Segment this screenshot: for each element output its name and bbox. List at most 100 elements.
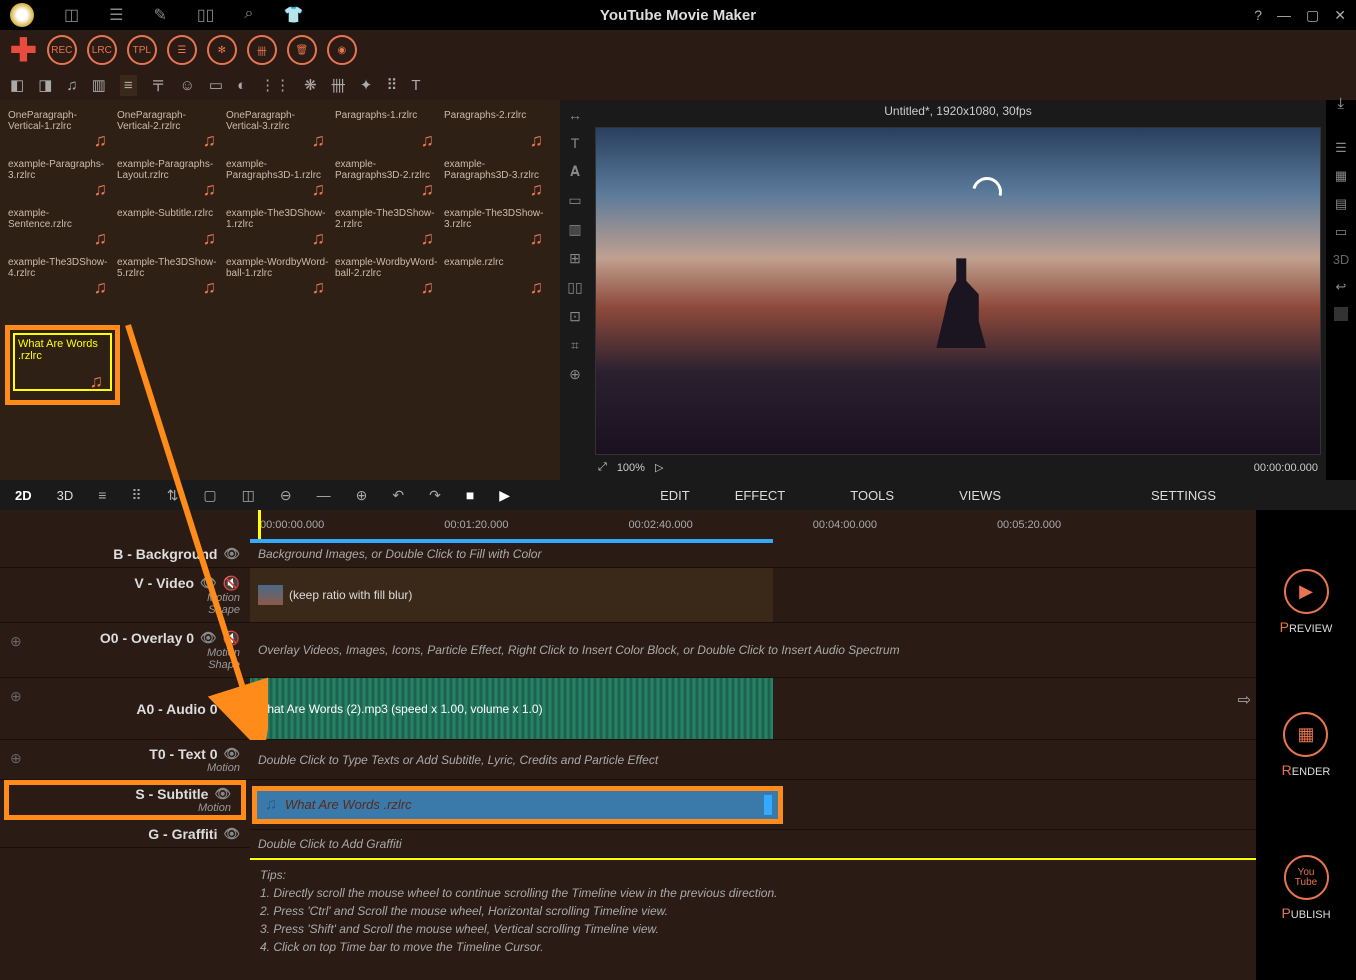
video-track-content[interactable]: (keep ratio with fill blur)	[250, 568, 1256, 623]
asset-item[interactable]: example-The3DShow-2.rzlrc♫	[335, 206, 440, 251]
tab-edit[interactable]: EDIT	[660, 488, 690, 503]
line-icon[interactable]: —	[317, 487, 331, 503]
visibility-icon[interactable]: 👁	[223, 746, 240, 762]
subtitle-track-content[interactable]: What Are Words .rzlrc	[250, 780, 1256, 830]
list-circle-icon[interactable]: ☰	[167, 35, 197, 65]
record-button[interactable]: REC	[47, 35, 77, 65]
visibility-icon[interactable]: 👁	[200, 575, 217, 591]
bookmark-icon[interactable]: ◫	[64, 5, 79, 25]
return-icon[interactable]: ↩	[1336, 279, 1347, 295]
asset-item[interactable]: example-Paragraphs-Layout.rzlrc♫	[117, 157, 222, 202]
asset-item[interactable]: Paragraphs-1.rzlrc♫	[335, 108, 440, 153]
play-button[interactable]: ▷	[655, 461, 663, 474]
crop-icon[interactable]: ◧	[10, 76, 24, 94]
chart-icon[interactable]: ▯▯	[567, 279, 582, 296]
minimize-icon[interactable]: —	[1277, 7, 1291, 24]
preview-button[interactable]: ▶ PREVIEW	[1280, 569, 1333, 635]
asset-item[interactable]: example-Sentence.rzlrc♫	[8, 206, 113, 251]
asset-item[interactable]: example-Paragraphs-3.rzlrc♫	[8, 157, 113, 202]
background-track-content[interactable]: Background Images, or Double Click to Fi…	[250, 540, 1256, 568]
download-icon[interactable]: ⤓	[1337, 95, 1344, 112]
panel-icon[interactable]: ▯▯	[197, 5, 215, 25]
zoom-in-icon[interactable]: ⊕	[356, 487, 368, 504]
add-track-icon[interactable]: ⊕	[10, 633, 22, 650]
track-text[interactable]: ⊕ T0 - Text 0 👁 Motion	[0, 740, 250, 780]
snowflake-icon[interactable]: ❋	[304, 76, 317, 94]
battery-icon[interactable]: ▭	[209, 76, 223, 94]
visibility-icon[interactable]: 👁	[214, 786, 231, 802]
ruler-icon[interactable]: ⊞	[569, 250, 581, 267]
add-track-icon[interactable]: ⊕	[10, 750, 22, 767]
search-icon[interactable]: ⌕	[244, 5, 253, 25]
layers-icon[interactable]: ▥	[568, 221, 581, 238]
timeline-tracks[interactable]: 00:00:00.000 00:01:20.000 00:02:40.000 0…	[250, 510, 1256, 980]
crop2-icon[interactable]: ◫	[242, 487, 255, 504]
add-button[interactable]: ✚	[10, 31, 37, 69]
frames-icon[interactable]: ▥	[92, 76, 106, 94]
swap-icon[interactable]: ⇅	[167, 487, 179, 504]
equalizer-icon[interactable]: 卌	[331, 75, 346, 96]
publish-button[interactable]: YouTube PUBLISH	[1281, 855, 1330, 921]
visibility-icon[interactable]: 👁	[223, 546, 240, 562]
timeline-ruler[interactable]: 00:00:00.000 00:01:20.000 00:02:40.000 0…	[250, 510, 1256, 540]
font-tool-icon[interactable]: 𝐀	[570, 163, 580, 180]
stack-icon[interactable]: ▤	[1335, 196, 1347, 212]
asset-item[interactable]: OneParagraph-Vertical-3.rzlrc♫	[226, 108, 331, 153]
rect-tool-icon[interactable]: ▭	[568, 192, 581, 209]
asset-item[interactable]: OneParagraph-Vertical-1.rzlrc♫	[8, 108, 113, 153]
tab-2d[interactable]: 2D	[15, 488, 32, 503]
fit-icon[interactable]: ▢	[203, 487, 216, 504]
expand-icon[interactable]: ⤢	[598, 461, 607, 474]
track-audio[interactable]: ⊕ A0 - Audio 0 👁	[0, 678, 250, 740]
text-track-content[interactable]: Double Click to Type Texts or Add Subtit…	[250, 740, 1256, 780]
contrast-icon[interactable]: ◐	[237, 77, 246, 94]
tab-views[interactable]: VIEWS	[959, 488, 1001, 503]
align-center-icon[interactable]: ☰	[1335, 140, 1347, 156]
delete-icon[interactable]: 🗑	[287, 35, 317, 65]
preview-viewport[interactable]	[595, 127, 1321, 455]
template-button[interactable]: TPL	[127, 35, 157, 65]
grid-icon[interactable]: ⌗	[571, 337, 579, 354]
subtitle-clip[interactable]: What Are Words .rzlrc	[252, 786, 783, 824]
export-arrow-icon[interactable]: ⇨	[1238, 690, 1251, 710]
color-swatch[interactable]	[1334, 307, 1348, 321]
sparkle-icon[interactable]: ✻	[207, 35, 237, 65]
tab-3d[interactable]: 3D	[57, 488, 74, 503]
visibility-icon[interactable]: 👁	[200, 630, 217, 646]
visibility-icon[interactable]: 👁	[223, 826, 240, 842]
list-icon[interactable]: ☰	[109, 5, 123, 25]
graffiti-track-content[interactable]: Double Click to Add Graffiti	[250, 830, 1256, 858]
crosshair-icon[interactable]: ⊕	[569, 366, 581, 383]
align-icon[interactable]: ≡	[120, 75, 137, 96]
tab-tools[interactable]: TOOLS	[850, 488, 894, 503]
render-button[interactable]: ▦ RENDER	[1282, 712, 1331, 778]
overlay-track-content[interactable]: Overlay Videos, Images, Icons, Particle …	[250, 623, 1256, 678]
add-track-icon[interactable]: ⊕	[10, 688, 22, 705]
selected-asset-highlight[interactable]: What Are Words .rzlrc ♫	[5, 325, 120, 405]
screen-icon[interactable]: ▭	[1335, 224, 1347, 240]
close-icon[interactable]: ✕	[1334, 7, 1346, 24]
text-icon[interactable]: T	[411, 77, 420, 94]
text-tool-icon[interactable]: T	[571, 135, 580, 151]
audio-clip[interactable]: What Are Words (2).mp3 (speed x 1.00, vo…	[250, 678, 773, 739]
audio-track-content[interactable]: What Are Words (2).mp3 (speed x 1.00, vo…	[250, 678, 1256, 740]
playhead-marker[interactable]	[258, 510, 261, 540]
bullets-icon[interactable]: ⋮⋮	[260, 76, 290, 94]
asset-item[interactable]: example-The3DShow-1.rzlrc♫	[226, 206, 331, 251]
zoom-out-icon[interactable]: ⊖	[280, 487, 292, 504]
asset-item[interactable]: example-Subtitle.rzlrc♫	[117, 206, 222, 251]
typography-icon[interactable]: 〒	[151, 75, 166, 96]
mode-3d-icon[interactable]: 3D	[1333, 252, 1350, 267]
tab-settings[interactable]: SETTINGS	[1151, 488, 1216, 503]
grid-view-icon[interactable]: ⠿	[131, 487, 141, 504]
asset-item[interactable]: example-The3DShow-5.rzlrc♫	[117, 255, 222, 300]
music-note-icon[interactable]: ♫	[66, 77, 77, 94]
grid-tool-icon[interactable]: ▦	[1335, 168, 1347, 184]
asset-item[interactable]: example-Paragraphs3D-3.rzlrc♫	[444, 157, 549, 202]
sort-icon[interactable]: ≡	[98, 487, 106, 503]
asset-item[interactable]: Paragraphs-2.rzlrc♫	[444, 108, 549, 153]
asset-item[interactable]: example-WordbyWord-ball-2.rzlrc♫	[335, 255, 440, 300]
visibility-icon[interactable]: 👁	[223, 701, 240, 717]
dots-icon[interactable]: ⠿	[386, 76, 397, 94]
puzzle-icon[interactable]: ✦	[360, 76, 373, 94]
